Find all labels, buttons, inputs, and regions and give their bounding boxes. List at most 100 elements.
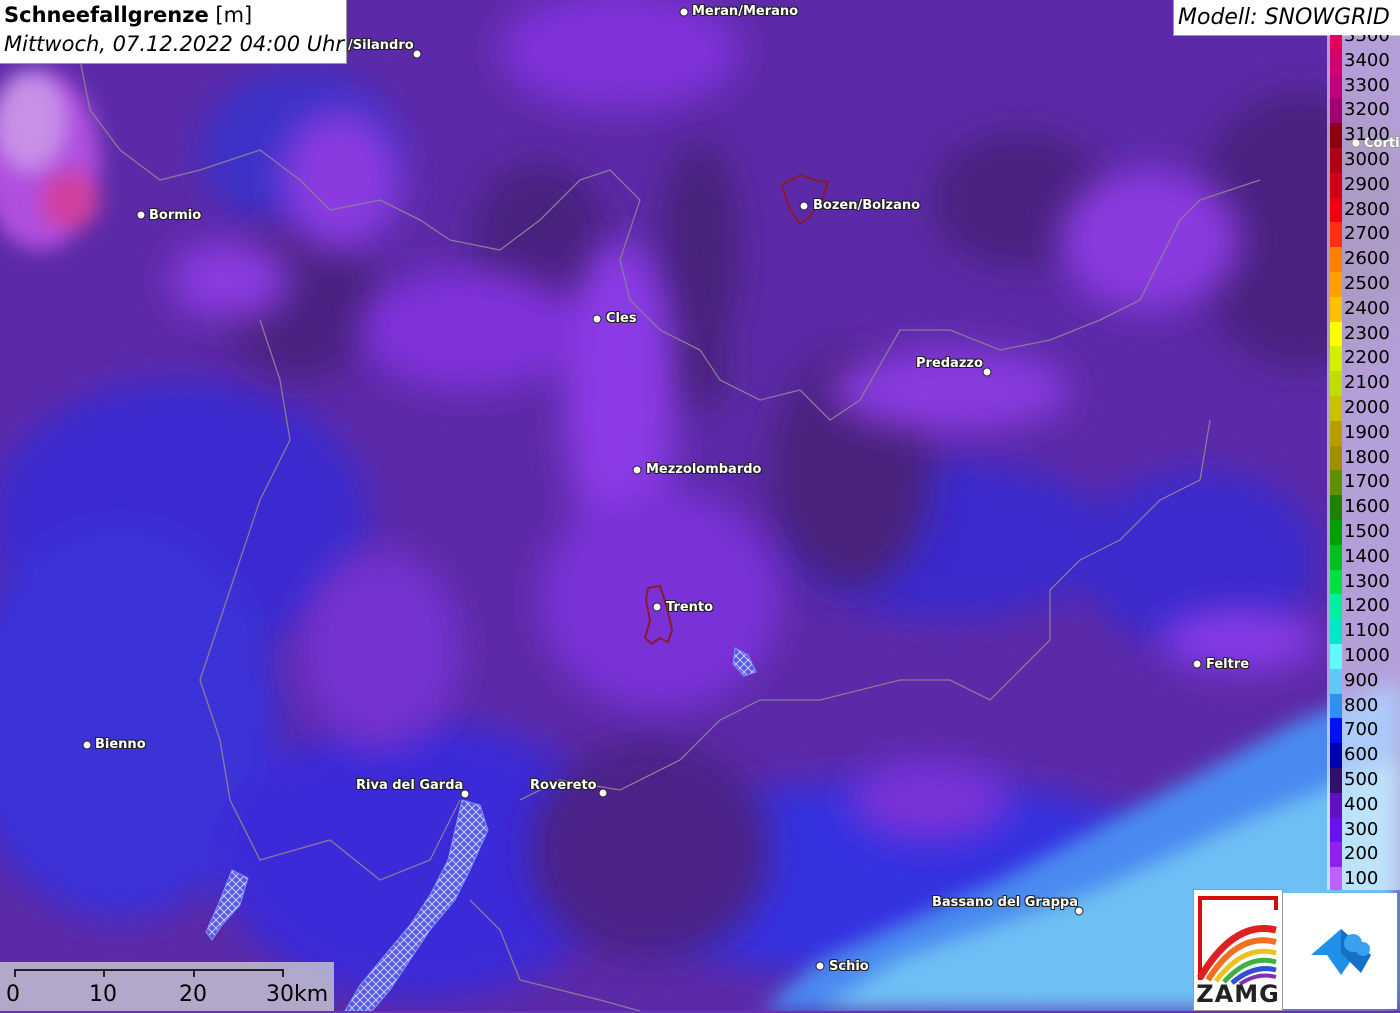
legend-row: 1400	[1327, 544, 1400, 570]
legend-swatch	[1330, 470, 1342, 496]
legend-label: 1900	[1344, 421, 1390, 443]
city-label[interactable]: Cles	[606, 311, 637, 326]
snowfall-map[interactable]	[0, 0, 1400, 1011]
city-label[interactable]: Feltre	[1206, 657, 1249, 672]
legend-swatch	[1330, 321, 1342, 347]
city-label[interactable]: Bassano del Grappa	[932, 895, 1078, 910]
legend-row: 300	[1327, 817, 1400, 843]
legend-swatch	[1330, 495, 1342, 520]
legend-label: 3300	[1344, 74, 1390, 96]
city-label[interactable]: Predazzo	[916, 356, 983, 371]
legend-label: 1800	[1344, 446, 1390, 468]
legend-swatch	[1330, 668, 1342, 694]
legend-swatch	[1330, 98, 1342, 124]
legend-swatch	[1330, 718, 1342, 744]
color-legend: 3500 3400 3300 3200 3100 3000 2900 2800 2700 2600…	[1327, 35, 1400, 890]
city-dot[interactable]	[82, 740, 92, 750]
city-dot[interactable]	[799, 201, 809, 211]
city-dot[interactable]	[815, 961, 825, 971]
city-dot[interactable]	[679, 7, 689, 17]
legend-label: 1100	[1344, 620, 1390, 642]
city-label[interactable]: /Silandro	[348, 38, 414, 53]
legend-swatch	[1330, 272, 1342, 297]
legend-swatch	[1330, 371, 1342, 396]
legend-row: 3000	[1327, 148, 1400, 173]
legend-row: 1900	[1327, 420, 1400, 446]
city-dot[interactable]	[136, 210, 146, 220]
city-dot[interactable]	[1192, 659, 1202, 669]
legend-label: 1400	[1344, 545, 1390, 567]
rainbow-icon	[1196, 896, 1278, 986]
legend-label: 2500	[1344, 273, 1390, 294]
city-label[interactable]: Mezzolombardo	[646, 462, 761, 477]
legend-label: 300	[1344, 818, 1379, 840]
legend-row: 2200	[1327, 346, 1400, 372]
city-dot[interactable]	[598, 788, 608, 798]
variable-unit: [m]	[215, 3, 253, 27]
legend-swatch	[1330, 619, 1342, 644]
legend-row: 1700	[1327, 470, 1400, 496]
legend-swatch	[1330, 842, 1342, 868]
legend-row: 800	[1327, 693, 1400, 719]
legend-label: 600	[1344, 744, 1379, 766]
legend-row: 1200	[1327, 594, 1400, 620]
city-dot[interactable]	[982, 367, 992, 377]
legend-swatch	[1330, 445, 1342, 471]
city-label[interactable]: Rovereto	[530, 778, 597, 793]
legend-swatch	[1330, 420, 1342, 446]
city-label[interactable]: Meran/Merano	[692, 4, 798, 19]
scale-tick	[103, 969, 105, 977]
legend-label: 800	[1344, 694, 1379, 716]
zamg-text: ZAMG	[1196, 980, 1280, 1008]
legend-label: 1300	[1344, 570, 1390, 592]
legend-row: 1600	[1327, 495, 1400, 520]
legend-row: 3400	[1327, 48, 1400, 74]
city-dot[interactable]	[632, 465, 642, 475]
city-label[interactable]: Riva del Garda	[356, 778, 463, 793]
legend-row: 1100	[1327, 619, 1400, 644]
legend-label: 2900	[1344, 173, 1390, 195]
legend-label: 1500	[1344, 521, 1390, 542]
legend-swatch	[1330, 693, 1342, 719]
legend-label: 1200	[1344, 595, 1390, 617]
legend-label: 100	[1344, 868, 1379, 890]
scale-bar: 0 10 20 30km	[0, 962, 334, 1011]
cloud-logo[interactable]	[1283, 893, 1397, 1009]
legend-swatch	[1330, 247, 1342, 272]
legend-row: 1500	[1327, 520, 1400, 545]
city-label[interactable]: Bormio	[149, 208, 201, 223]
map-datetime: Mittwoch, 07.12.2022 04:00 Uhr	[4, 32, 345, 56]
legend-swatch	[1330, 222, 1342, 248]
legend-label: 3500	[1344, 35, 1390, 46]
legend-swatch	[1330, 48, 1342, 74]
city-label[interactable]: Trento	[666, 600, 713, 615]
legend-label: 2000	[1344, 397, 1390, 418]
legend-swatch	[1330, 396, 1342, 421]
legend-row: 2500	[1327, 272, 1400, 297]
legend-swatch	[1330, 197, 1342, 223]
city-label[interactable]: Schio	[829, 959, 869, 974]
legend-swatch	[1330, 148, 1342, 173]
legend-label: 2300	[1344, 322, 1390, 344]
scale-label: 0	[6, 982, 20, 1007]
city-dot[interactable]	[652, 602, 662, 612]
legend-label: 1600	[1344, 496, 1390, 518]
model-label: Modell: SNOWGRID	[1178, 5, 1390, 30]
legend-row: 2100	[1327, 371, 1400, 396]
legend-swatch	[1330, 743, 1342, 768]
city-dot[interactable]	[592, 314, 602, 324]
legend-label: 2400	[1344, 297, 1390, 319]
legend-swatch	[1330, 644, 1342, 669]
city-label[interactable]: Bozen/Bolzano	[813, 198, 920, 213]
legend-label: 400	[1344, 793, 1379, 815]
legend-swatch	[1330, 594, 1342, 620]
zamg-logo[interactable]: ZAMG	[1193, 889, 1283, 1011]
legend-row: 3500	[1327, 35, 1400, 49]
legend-row: 2900	[1327, 172, 1400, 198]
legend-swatch	[1330, 544, 1342, 570]
scale-tick	[193, 969, 195, 977]
legend-row: 200	[1327, 842, 1400, 868]
legend-label: 1000	[1344, 645, 1390, 666]
city-label[interactable]: Bienno	[95, 737, 146, 752]
legend-swatch	[1330, 346, 1342, 372]
